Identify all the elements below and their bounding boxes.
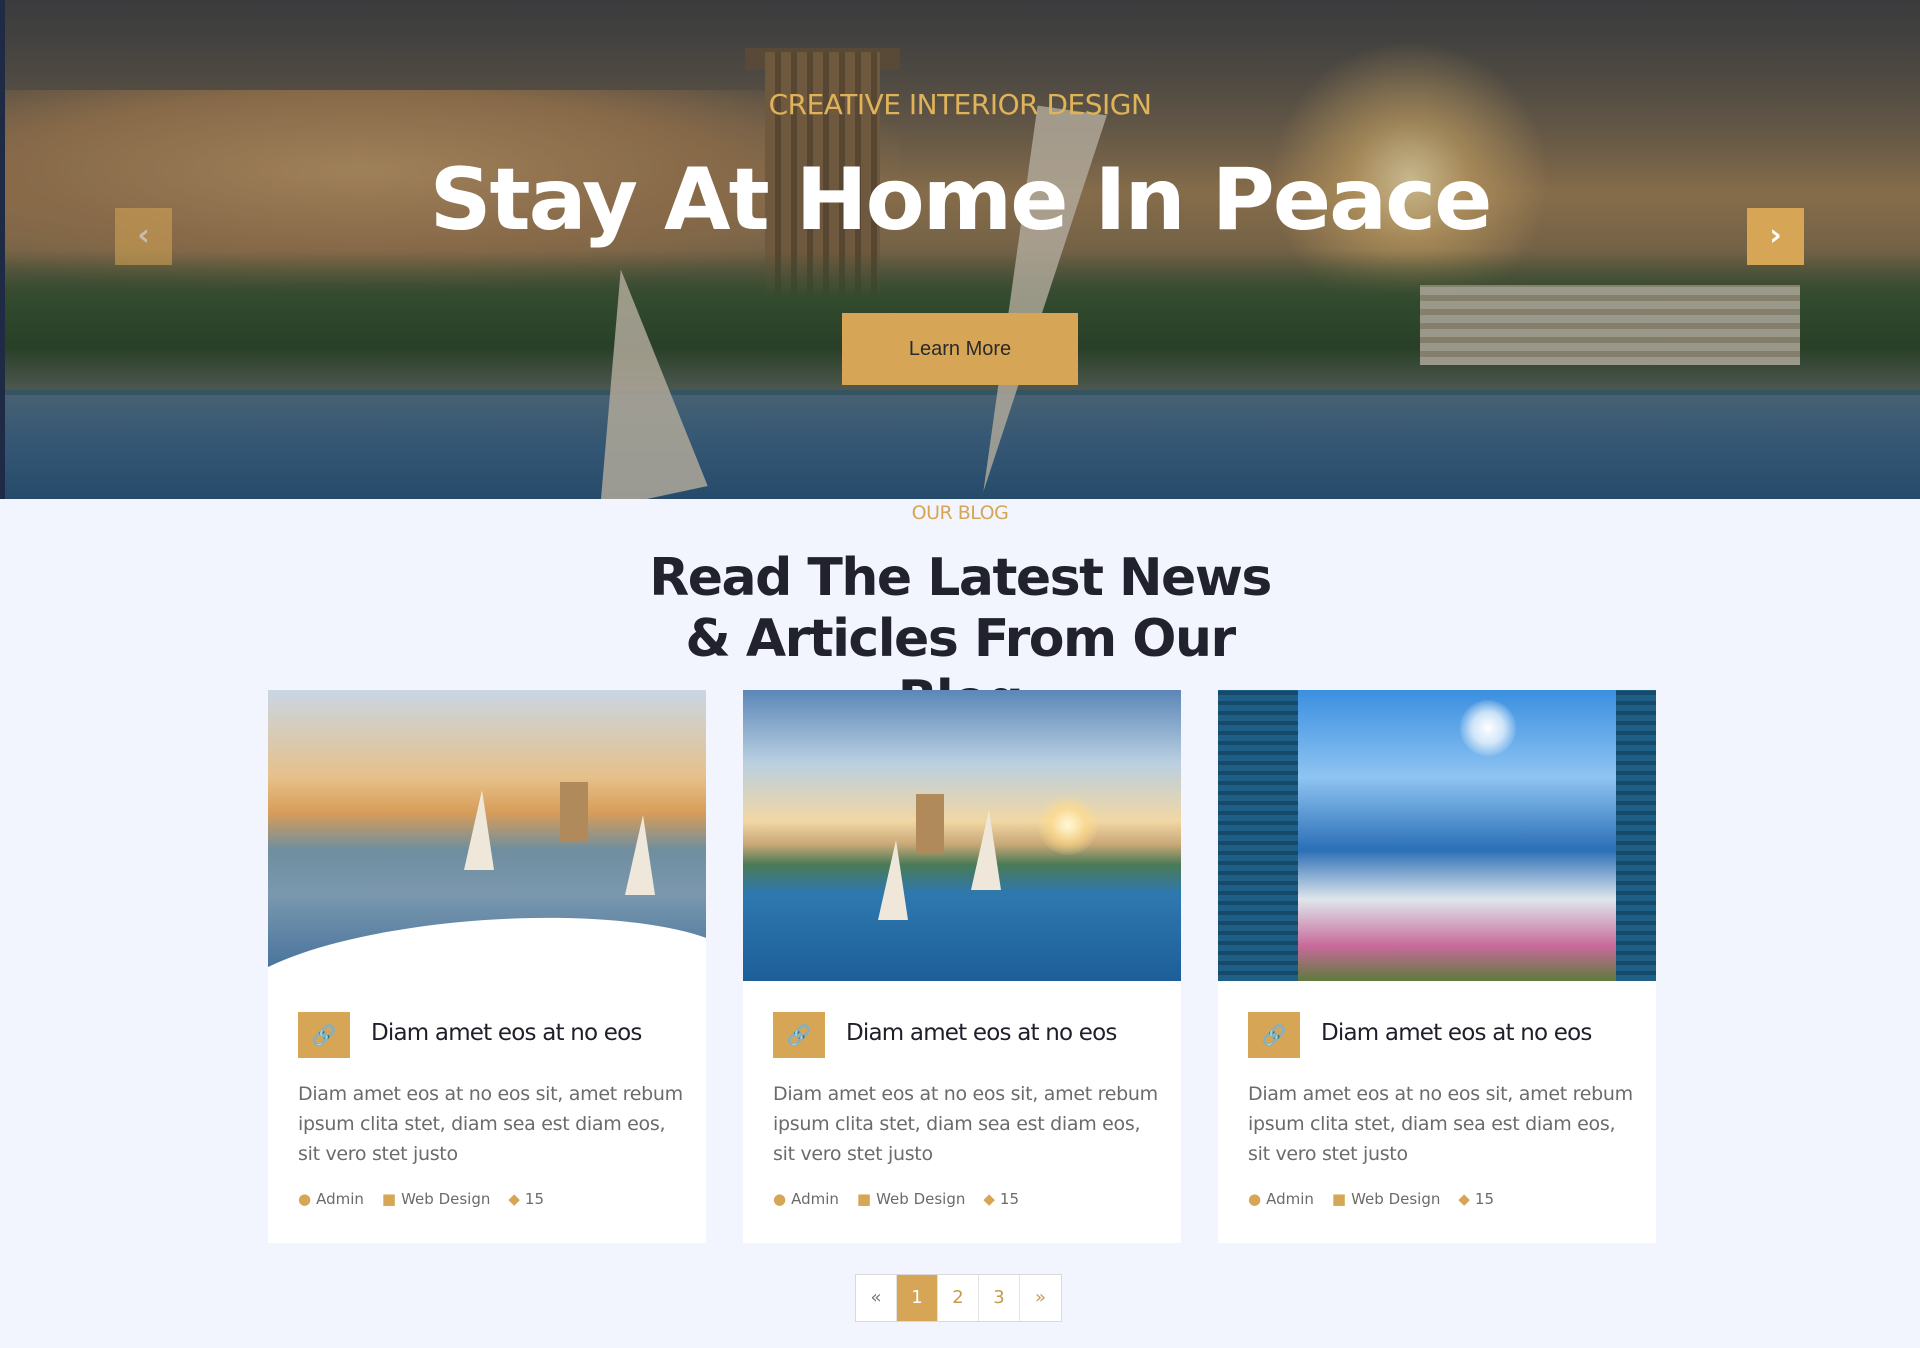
pagination: « 1 2 3 » xyxy=(855,1274,1062,1322)
blog-card: 🔗 Diam amet eos at no eos Diam amet eos … xyxy=(1218,690,1656,1243)
blog-section-label: OUR BLOG xyxy=(911,502,1009,524)
blog-card-title[interactable]: Diam amet eos at no eos xyxy=(1321,1020,1592,1046)
blog-card: 🔗 Diam amet eos at no eos Diam amet eos … xyxy=(743,690,1181,1243)
sail-shape xyxy=(878,840,908,920)
meta-author[interactable]: ● Admin xyxy=(773,1190,839,1208)
hero-subtitle: CREATIVE INTERIOR DESIGN xyxy=(768,88,1152,121)
blog-card: 🔗 Diam amet eos at no eos Diam amet eos … xyxy=(268,690,706,1243)
comments-icon: ◆ xyxy=(983,1190,995,1208)
link-icon[interactable]: 🔗 xyxy=(298,1012,350,1058)
link-icon[interactable]: 🔗 xyxy=(773,1012,825,1058)
user-icon: ● xyxy=(1248,1190,1262,1208)
blog-card-meta: ● Admin ■ Web Design ◆ 15 xyxy=(773,1190,1019,1208)
folder-icon: ■ xyxy=(1331,1190,1347,1208)
folder-icon: ■ xyxy=(856,1190,872,1208)
pagination-next[interactable]: » xyxy=(1020,1275,1061,1321)
blog-card-image[interactable] xyxy=(1218,690,1656,981)
sail-shape xyxy=(464,790,494,870)
meta-category-text: Web Design xyxy=(401,1190,491,1208)
tower-shape xyxy=(560,782,588,842)
blog-card-excerpt: Diam amet eos at no eos sit, amet rebum … xyxy=(298,1083,683,1165)
meta-comments[interactable]: ◆ 15 xyxy=(983,1190,1019,1208)
meta-author[interactable]: ● Admin xyxy=(1248,1190,1314,1208)
meta-author-text: Admin xyxy=(1266,1190,1314,1208)
comments-icon: ◆ xyxy=(1458,1190,1470,1208)
carousel-next-button[interactable]: › xyxy=(1747,208,1804,265)
meta-category-text: Web Design xyxy=(876,1190,966,1208)
hero-title: Stay At Home In Peace xyxy=(429,150,1493,250)
blog-card-image[interactable] xyxy=(268,690,706,981)
pagination-prev[interactable]: « xyxy=(856,1275,897,1321)
blog-card-excerpt: Diam amet eos at no eos sit, amet rebum … xyxy=(773,1083,1158,1165)
sun-shape xyxy=(1038,795,1098,855)
pagination-page-1[interactable]: 1 xyxy=(897,1275,938,1321)
meta-author[interactable]: ● Admin xyxy=(298,1190,364,1208)
blog-card-excerpt: Diam amet eos at no eos sit, amet rebum … xyxy=(1248,1083,1633,1165)
meta-comments-text: 15 xyxy=(1474,1190,1494,1208)
sail-shape xyxy=(625,815,655,895)
meta-category[interactable]: ■ Web Design xyxy=(382,1190,490,1208)
meta-category[interactable]: ■ Web Design xyxy=(857,1190,965,1208)
chevron-left-icon: ‹ xyxy=(137,218,150,253)
link-icon[interactable]: 🔗 xyxy=(1248,1012,1300,1058)
meta-comments-text: 15 xyxy=(524,1190,544,1208)
hero-carousel: CREATIVE INTERIOR DESIGN Stay At Home In… xyxy=(0,0,1920,499)
comments-icon: ◆ xyxy=(508,1190,520,1208)
user-icon: ● xyxy=(773,1190,787,1208)
blog-card-image[interactable] xyxy=(743,690,1181,981)
blog-card-title[interactable]: Diam amet eos at no eos xyxy=(371,1020,642,1046)
meta-author-text: Admin xyxy=(791,1190,839,1208)
meta-comments-text: 15 xyxy=(999,1190,1019,1208)
pagination-page-3[interactable]: 3 xyxy=(979,1275,1020,1321)
meta-category[interactable]: ■ Web Design xyxy=(1332,1190,1440,1208)
blog-card-meta: ● Admin ■ Web Design ◆ 15 xyxy=(298,1190,544,1208)
learn-more-button[interactable]: Learn More xyxy=(842,313,1078,385)
meta-category-text: Web Design xyxy=(1351,1190,1441,1208)
wave-shape xyxy=(268,902,706,981)
tower-shape xyxy=(916,794,944,854)
user-icon: ● xyxy=(298,1190,312,1208)
window-shutter-right xyxy=(1616,690,1656,981)
window-shutter-left xyxy=(1218,690,1298,981)
meta-author-text: Admin xyxy=(316,1190,364,1208)
blog-card-title[interactable]: Diam amet eos at no eos xyxy=(846,1020,1117,1046)
folder-icon: ■ xyxy=(381,1190,397,1208)
carousel-prev-button[interactable]: ‹ xyxy=(115,208,172,265)
meta-comments[interactable]: ◆ 15 xyxy=(508,1190,544,1208)
sail-shape xyxy=(971,810,1001,890)
sun-shape xyxy=(1460,700,1516,756)
pagination-page-2[interactable]: 2 xyxy=(938,1275,979,1321)
blog-card-meta: ● Admin ■ Web Design ◆ 15 xyxy=(1248,1190,1494,1208)
meta-comments[interactable]: ◆ 15 xyxy=(1458,1190,1494,1208)
chevron-right-icon: › xyxy=(1769,218,1782,253)
